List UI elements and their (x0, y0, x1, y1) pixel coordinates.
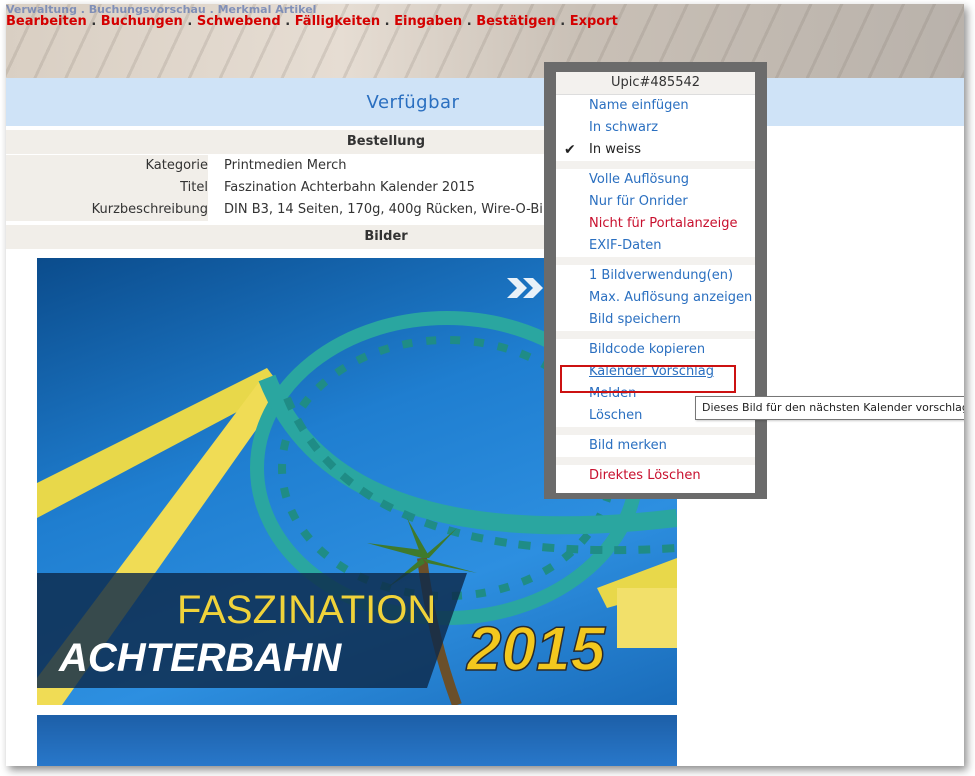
menu-item-exif-daten[interactable]: EXIF-Daten (556, 235, 755, 257)
menu-item-max-aufloesung[interactable]: Max. Auflösung anzeigen (556, 287, 755, 309)
nav-faded-line: Verwaltung . Buchungsvorschau . Merkmal … (6, 4, 317, 16)
highlight-annotation-box (560, 365, 736, 393)
menu-item-label: In weiss (589, 142, 641, 157)
menu-item-bildcode-kopieren[interactable]: Bildcode kopieren (556, 339, 755, 361)
nav-export[interactable]: Export (570, 14, 618, 29)
menu-item-volle-aufloesung[interactable]: Volle Auflösung (556, 169, 755, 191)
context-menu: Upic#485542 Name einfügen In schwarz ✔ I… (556, 72, 755, 493)
cover-title-line2: ACHTERBAHN (58, 636, 342, 680)
tooltip: Dieses Bild für den nächsten Kalender vo… (695, 396, 964, 420)
context-menu-title: Upic#485542 (556, 72, 755, 95)
nav-schwebend[interactable]: Schwebend (197, 14, 281, 29)
menu-item-name-einfuegen[interactable]: Name einfügen (556, 95, 755, 117)
nav-bestaetigen[interactable]: Bestätigen (476, 14, 556, 29)
menu-divider (556, 331, 755, 339)
checkmark-icon: ✔ (564, 142, 576, 158)
field-key: Kategorie (145, 158, 208, 173)
menu-divider (556, 457, 755, 465)
context-menu-frame: Upic#485542 Name einfügen In schwarz ✔ I… (544, 62, 767, 499)
menu-divider (556, 161, 755, 169)
status-label: Verfügbar (366, 91, 460, 113)
menu-divider (556, 427, 755, 435)
field-key-cell (6, 177, 208, 199)
nav-separator: . (91, 14, 97, 29)
nav-buchungen[interactable]: Buchungen (101, 14, 183, 29)
nav-eingaben[interactable]: Eingaben (394, 14, 462, 29)
field-value: DIN B3, 14 Seiten, 170g, 400g Rücken, Wi… (224, 202, 568, 217)
menu-item-bild-speichern[interactable]: Bild speichern (556, 309, 755, 331)
nav-separator: . (285, 14, 291, 29)
menu-divider (556, 257, 755, 265)
nav-separator: . (466, 14, 472, 29)
menu-item-bild-merken[interactable]: Bild merken (556, 435, 755, 457)
field-key: Kurzbeschreibung (91, 202, 208, 217)
field-key: Titel (180, 180, 208, 195)
field-value: Printmedien Merch (224, 158, 347, 173)
menu-item-in-schwarz[interactable]: In schwarz (556, 117, 755, 139)
menu-item-nur-fuer-onrider[interactable]: Nur für Onrider (556, 191, 755, 213)
nav-separator: . (187, 14, 193, 29)
menu-item-in-weiss[interactable]: ✔ In weiss (556, 139, 755, 161)
nav-faelligkeiten[interactable]: Fälligkeiten (295, 14, 380, 29)
menu-item-direktes-loeschen[interactable]: Direktes Löschen (556, 465, 755, 487)
menu-item-nicht-fuer-portalanzeige[interactable]: Nicht für Portalanzeige (556, 213, 755, 235)
status-bar: Verfügbar (6, 78, 964, 126)
nav-bearbeiten[interactable]: Bearbeiten (6, 14, 87, 29)
screenshot-frame: Verwaltung . Buchungsvorschau . Merkmal … (6, 4, 964, 766)
field-value: Faszination Achterbahn Kalender 2015 (224, 180, 475, 195)
cover-year: 2015 (466, 615, 606, 684)
top-navigation: Verwaltung . Buchungsvorschau . Merkmal … (6, 4, 618, 29)
cover-title-line1: FASZINATION (177, 588, 436, 632)
nav-separator: . (384, 14, 390, 29)
nav-separator: . (560, 14, 566, 29)
second-cover-image[interactable] (37, 715, 677, 766)
menu-item-bildverwendungen[interactable]: 1 Bildverwendung(en) (556, 265, 755, 287)
